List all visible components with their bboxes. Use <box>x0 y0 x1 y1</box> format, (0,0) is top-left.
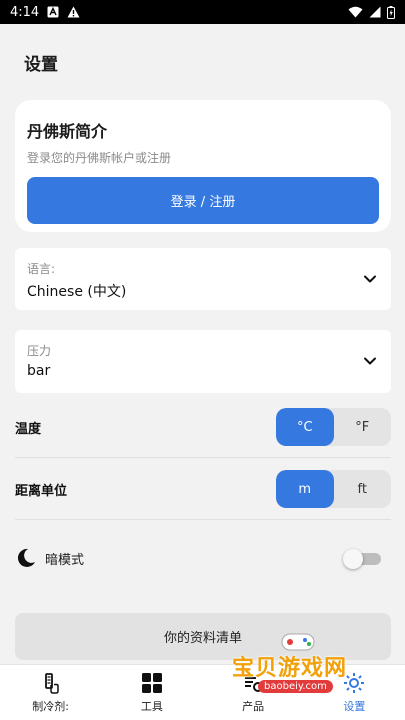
nav-label-settings: 设置 <box>343 699 366 713</box>
warning-icon <box>67 6 80 18</box>
refrigerant-icon <box>44 672 59 694</box>
pressure-label: 压力 <box>27 344 52 358</box>
notification-a-icon <box>47 6 59 18</box>
distance-row: 距离单位 m ft <box>15 468 391 510</box>
distance-label: 距离单位 <box>15 483 68 499</box>
profile-subtitle: 登录您的丹佛斯帐户或注册 <box>27 151 172 165</box>
switch-knob <box>343 549 363 569</box>
page-title: 设置 <box>24 55 58 75</box>
watermark-url: baobeiy.com <box>258 680 333 693</box>
grid-icon <box>141 672 162 693</box>
dark-mode-label: 暗模式 <box>45 552 85 568</box>
profile-card: 丹佛斯简介 登录您的丹佛斯帐户或注册 登录 / 注册 <box>15 100 391 232</box>
wifi-icon <box>348 6 363 18</box>
meters-option[interactable]: m <box>276 470 334 508</box>
pressure-value: bar <box>27 363 51 379</box>
language-value: Chinese (中文) <box>27 284 127 300</box>
status-bar: 4:14 <box>0 0 405 24</box>
dark-mode-switch[interactable] <box>343 549 383 569</box>
moon-icon <box>17 548 35 567</box>
nav-item-refrigerant[interactable]: 制冷剂: <box>0 665 101 720</box>
profile-title: 丹佛斯简介 <box>27 122 108 141</box>
watermark-text: 宝贝游戏网 <box>232 656 348 681</box>
chevron-down-icon <box>364 357 376 365</box>
divider <box>15 457 391 458</box>
celsius-option[interactable]: °C <box>276 408 334 446</box>
temperature-row: 温度 °C °F <box>15 406 391 448</box>
divider <box>15 519 391 520</box>
chevron-down-icon <box>364 275 376 283</box>
login-register-button[interactable]: 登录 / 注册 <box>27 177 379 224</box>
nav-label-tools: 工具 <box>140 699 163 713</box>
nav-item-tools[interactable]: 工具 <box>101 665 202 720</box>
language-label: 语言: <box>27 262 56 276</box>
language-select[interactable]: 语言: Chinese (中文) <box>15 248 391 310</box>
watermark: 宝贝游戏网 baobeiy.com <box>228 626 398 696</box>
pressure-select[interactable]: 压力 bar <box>15 330 391 393</box>
battery-icon <box>387 5 395 19</box>
status-time: 4:14 <box>10 4 40 20</box>
feet-option[interactable]: ft <box>334 470 392 508</box>
nav-label-products: 产品 <box>242 699 265 713</box>
temperature-label: 温度 <box>15 421 42 437</box>
distance-toggle: m ft <box>276 470 391 508</box>
dark-mode-row: 暗模式 <box>15 542 391 574</box>
nav-label-refrigerant: 制冷剂: <box>32 699 69 713</box>
signal-icon <box>369 6 381 18</box>
fahrenheit-option[interactable]: °F <box>334 408 392 446</box>
temperature-toggle: °C °F <box>276 408 391 446</box>
